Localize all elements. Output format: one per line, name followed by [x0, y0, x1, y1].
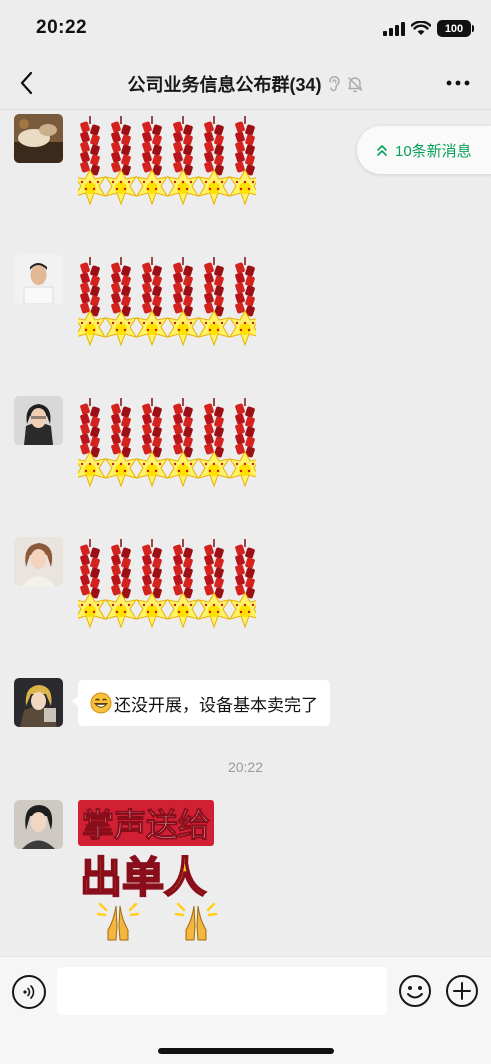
avatar[interactable] — [14, 114, 63, 163]
text-message-bubble[interactable]: 还没开展，设备基本卖完了 — [72, 680, 330, 726]
signal-icon — [383, 21, 405, 36]
firecracker-string — [197, 398, 231, 488]
message-input[interactable] — [57, 967, 387, 1015]
firecracker-string — [166, 539, 200, 629]
avatar[interactable] — [14, 537, 63, 586]
plus-icon[interactable] — [445, 974, 479, 1008]
firecracker-string — [104, 257, 138, 347]
firecracker-string — [228, 257, 262, 347]
firecracker-string — [135, 539, 169, 629]
firecracker-string — [228, 398, 262, 488]
firecracker-strings — [73, 257, 262, 347]
firecracker-sticker[interactable] — [73, 257, 262, 363]
firecracker-sticker[interactable] — [73, 398, 262, 504]
firecracker-strings — [73, 539, 262, 629]
firecracker-string — [135, 398, 169, 488]
status-icons: 100 — [383, 20, 474, 37]
status-time: 20:22 — [36, 17, 88, 38]
firecracker-string — [104, 539, 138, 629]
avatar[interactable] — [14, 255, 63, 304]
double-chevron-up-icon — [377, 145, 387, 156]
firecracker-string — [73, 116, 107, 206]
emoji-icon[interactable] — [398, 974, 432, 1008]
firecracker-string — [197, 539, 231, 629]
firecracker-string — [73, 398, 107, 488]
sticker-line-1: 掌声送给 — [78, 800, 215, 846]
applause-sticker[interactable]: 掌声送给 出单人 — [78, 800, 238, 950]
avatar[interactable] — [14, 800, 63, 849]
mute-bell-icon — [347, 77, 362, 93]
praying-hands-icon — [174, 902, 218, 941]
firecracker-string — [135, 116, 169, 206]
firecracker-string — [73, 257, 107, 347]
firecracker-sticker[interactable] — [73, 539, 262, 645]
firecracker-string — [228, 116, 262, 206]
firecracker-string — [166, 116, 200, 206]
firecracker-sticker[interactable] — [73, 116, 262, 222]
voice-icon — [23, 985, 35, 999]
firecracker-string — [104, 398, 138, 488]
new-messages-button[interactable]: 10条新消息 — [357, 126, 491, 174]
status-bar: 20:22 100 — [0, 0, 491, 56]
more-dots-icon[interactable] — [443, 70, 473, 96]
firecracker-string — [228, 539, 262, 629]
praying-hands-icon — [96, 902, 140, 941]
title-wrap: 公司业务信息公布群(34) — [0, 71, 491, 97]
avatar[interactable] — [14, 678, 63, 727]
firecracker-string — [104, 116, 138, 206]
chat-title: 公司业务信息公布群(34) — [127, 75, 322, 95]
earpiece-icon — [328, 76, 340, 92]
message-text: 还没开展，设备基本卖完了 — [114, 695, 318, 715]
wifi-icon — [411, 21, 431, 35]
firecracker-strings — [73, 116, 262, 206]
firecracker-strings — [73, 398, 262, 488]
firecracker-string — [166, 257, 200, 347]
nav-bar: 公司业务信息公布群(34) — [0, 56, 491, 110]
grin-emoji-icon — [90, 692, 112, 714]
firecracker-string — [197, 257, 231, 347]
firecracker-string — [73, 539, 107, 629]
voice-input-button[interactable] — [12, 975, 46, 1009]
home-indicator — [158, 1048, 334, 1054]
avatar[interactable] — [14, 396, 63, 445]
new-messages-label: 10条新消息 — [395, 142, 472, 160]
battery-icon: 100 — [437, 20, 474, 37]
firecracker-string — [135, 257, 169, 347]
firecracker-string — [197, 116, 231, 206]
firecracker-string — [166, 398, 200, 488]
timestamp: 20:22 — [227, 759, 264, 775]
